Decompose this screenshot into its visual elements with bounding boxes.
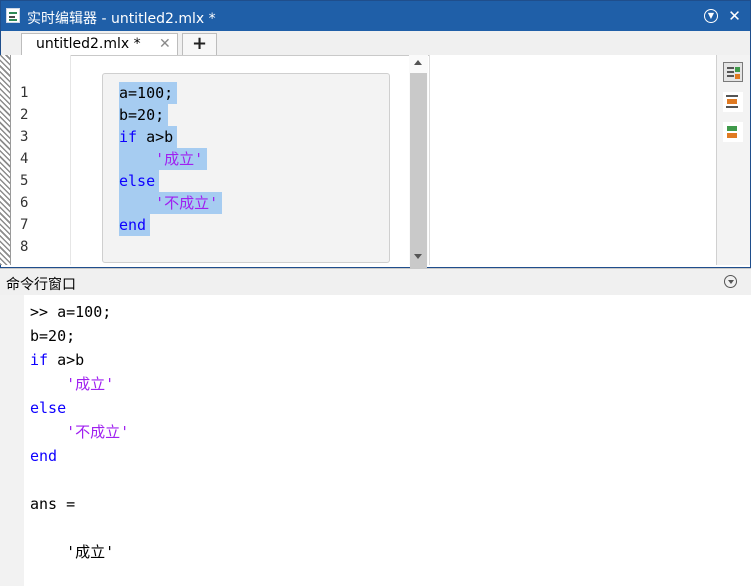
code-line[interactable]: a=100; [119,82,178,104]
code-text: a=100; [119,84,174,102]
output-pane [429,55,717,265]
editor-vertical-scrollbar[interactable] [409,55,428,290]
code-string: '不成立' [155,194,219,212]
command-line: b=20; [30,325,75,347]
tab-close-icon[interactable]: ✕ [159,36,171,52]
new-tab-button[interactable]: + [182,33,217,55]
code-text: '成立' [30,543,115,561]
line-number: 6 [20,195,29,211]
command-line: '不成立' [30,421,129,443]
code-keyword: if [30,351,49,369]
line-number: 7 [20,217,29,233]
line-number: 8 [20,239,29,255]
code-text: b=20; [30,327,76,345]
editor-titlebar: 实时编辑器 - untitled2.mlx * ▼ ✕ [1,1,750,31]
command-window-menu-icon[interactable] [724,275,737,288]
code-line[interactable]: '不成立' [119,192,223,214]
close-panel-icon[interactable]: ✕ [727,9,742,24]
code-keyword: end [119,216,147,234]
code-line[interactable]: else [119,170,160,192]
line-number: 3 [20,129,29,145]
output-on-right-icon[interactable] [723,62,743,82]
code-keyword: if [119,128,138,146]
command-line: >> a=100; [30,301,111,323]
scroll-up-arrow-icon[interactable] [414,60,422,65]
code-keyword: else [119,172,156,190]
command-line: else [30,397,66,419]
command-window-output[interactable] [24,295,751,586]
scroll-down-arrow-icon[interactable] [414,254,422,259]
view-toolbar [716,55,750,265]
code-text: a>b [48,351,85,369]
code-line[interactable]: if a>b [119,126,178,148]
line-number: 5 [20,173,29,189]
command-line: '成立' [30,373,114,395]
output-inline-icon[interactable] [723,92,743,112]
code-keyword: else [30,399,67,417]
command-line: end [30,445,57,467]
command-window-gutter [0,295,24,586]
command-line: ans = [30,493,75,515]
live-script-icon [6,8,20,23]
code-line[interactable]: b=20; [119,104,169,126]
code-string: '成立' [66,375,115,393]
code-text: ans = [30,495,76,513]
code-string: '成立' [155,150,204,168]
command-line: '成立' [30,541,114,563]
line-number: 1 [20,85,29,101]
hide-code-icon[interactable] [723,122,743,142]
code-string: '不成立' [66,423,130,441]
modified-indicator-bar [0,55,11,265]
code-text: b=20; [119,106,165,124]
line-number: 2 [20,107,29,123]
code-line[interactable]: end [119,214,151,236]
code-line[interactable]: '成立' [119,148,208,170]
command-window-title: 命令行窗口 [6,277,76,293]
panel-menu-icon[interactable]: ▼ [704,9,718,23]
tab-untitled2[interactable]: untitled2.mlx * ✕ [21,33,178,55]
tab-label: untitled2.mlx * [36,36,141,52]
code-text: >> a=100; [30,303,112,321]
command-window-header: 命令行窗口 [0,268,751,296]
window-title: 实时编辑器 - untitled2.mlx * [27,11,216,27]
tab-strip: untitled2.mlx * ✕ + [1,31,750,56]
command-line: if a>b [30,349,84,371]
line-number: 4 [20,151,29,167]
code-text: a>b [137,128,174,146]
code-keyword: end [30,447,58,465]
